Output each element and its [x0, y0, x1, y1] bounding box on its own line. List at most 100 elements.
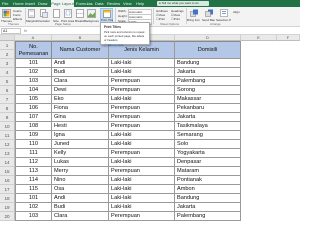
cell-no-pemesanan[interactable]: 103: [15, 212, 52, 221]
themes-icon[interactable]: [2, 9, 11, 18]
cell-no-pemesanan[interactable]: 107: [15, 113, 52, 122]
row-header[interactable]: 16: [0, 176, 15, 185]
cell-jenis-kelamin[interactable]: Laki-laki: [109, 95, 175, 104]
cell-jenis-kelamin[interactable]: Perempuan: [109, 149, 175, 158]
cell-domisili[interactable]: Pontianak: [175, 176, 241, 185]
cell-nama-customer[interactable]: Merry: [52, 167, 109, 176]
row-header[interactable]: 2: [0, 50, 15, 59]
gridlines-print-checkbox[interactable]: ☐Print: [156, 17, 165, 21]
cell-domisili[interactable]: Yogyakarta: [175, 149, 241, 158]
row-header[interactable]: 14: [0, 158, 15, 167]
cell-no-pemesanan[interactable]: 102: [15, 203, 52, 212]
selection-pane-icon[interactable]: [220, 9, 228, 17]
cell-jenis-kelamin[interactable]: Laki-laki: [109, 131, 175, 140]
cell-domisili[interactable]: Jakarta: [175, 113, 241, 122]
size-icon[interactable]: [53, 9, 60, 18]
cell-jenis-kelamin[interactable]: Perempuan: [109, 113, 175, 122]
cell-jenis-kelamin[interactable]: Laki-laki: [109, 59, 175, 68]
cell-domisili[interactable]: Sorong: [175, 86, 241, 95]
header-cell-domisili[interactable]: Domisili: [175, 41, 241, 59]
cell-no-pemesanan[interactable]: 106: [15, 104, 52, 113]
orientation-button[interactable]: Orientation: [36, 19, 50, 23]
cell-domisili[interactable]: Solo: [175, 140, 241, 149]
cell-nama-customer[interactable]: Kelly: [52, 149, 109, 158]
cell-jenis-kelamin[interactable]: Laki-laki: [109, 158, 175, 167]
background-button[interactable]: Background: [84, 19, 99, 23]
cell-nama-customer[interactable]: Andi: [52, 194, 109, 203]
tab-view[interactable]: View: [123, 0, 134, 7]
cell-domisili[interactable]: Mataram: [175, 167, 241, 176]
cell-jenis-kelamin[interactable]: Perempuan: [109, 77, 175, 86]
empty-columns[interactable]: [241, 41, 300, 229]
cell-nama-customer[interactable]: Andi: [52, 59, 109, 68]
breaks-icon[interactable]: [76, 9, 84, 18]
cell-domisili[interactable]: Palembang: [175, 77, 241, 86]
cell-no-pemesanan[interactable]: 110: [15, 140, 52, 149]
row-header[interactable]: 4: [0, 68, 15, 77]
cell-nama-customer[interactable]: Osa: [52, 185, 109, 194]
cell-jenis-kelamin[interactable]: Laki-laki: [109, 176, 175, 185]
cell-no-pemesanan[interactable]: 104: [15, 86, 52, 95]
cell-nama-customer[interactable]: Fiona: [52, 104, 109, 113]
cell-no-pemesanan[interactable]: 111: [15, 149, 52, 158]
row-header[interactable]: 12: [0, 140, 15, 149]
cell-nama-customer[interactable]: Dewi: [52, 86, 109, 95]
cell-nama-customer[interactable]: Budi: [52, 203, 109, 212]
send-backward-icon[interactable]: [205, 9, 214, 17]
cell-nama-customer[interactable]: Budi: [52, 68, 109, 77]
cell-jenis-kelamin[interactable]: Laki-laki: [109, 68, 175, 77]
cell-nama-customer[interactable]: Clara: [52, 77, 109, 86]
bring-forward-button[interactable]: Bring Forward: [187, 18, 200, 22]
cell-no-pemesanan[interactable]: 114: [15, 176, 52, 185]
cell-domisili[interactable]: Palembang: [175, 212, 241, 221]
cell-no-pemesanan[interactable]: 112: [15, 158, 52, 167]
formula-input[interactable]: [32, 28, 298, 33]
cell-no-pemesanan[interactable]: 115: [15, 185, 52, 194]
cell-no-pemesanan[interactable]: 109: [15, 131, 52, 140]
name-box[interactable]: A1: [1, 28, 21, 34]
tab-draw[interactable]: Draw: [38, 0, 49, 7]
row-header[interactable]: 10: [0, 122, 15, 131]
effects-button[interactable]: Effects: [13, 17, 22, 21]
row-header[interactable]: 1: [0, 41, 15, 50]
tab-home[interactable]: Home: [13, 0, 24, 7]
row-header[interactable]: 18: [0, 194, 15, 203]
fx-icon[interactable]: fx: [24, 27, 27, 34]
cell-no-pemesanan[interactable]: 103: [15, 77, 52, 86]
row-header[interactable]: 7: [0, 95, 15, 104]
cell-jenis-kelamin[interactable]: Perempuan: [109, 122, 175, 131]
cell-jenis-kelamin[interactable]: Perempuan: [109, 86, 175, 95]
cell-no-pemesanan[interactable]: 101: [15, 194, 52, 203]
cell-jenis-kelamin[interactable]: Laki-laki: [109, 185, 175, 194]
tell-me-search-box[interactable]: ● Tell me what you want to do: [157, 1, 209, 6]
cell-domisili[interactable]: Ambon: [175, 185, 241, 194]
orientation-icon[interactable]: [40, 9, 48, 18]
tab-formulas[interactable]: Formulas: [76, 0, 93, 7]
cell-domisili[interactable]: Tasikmalaya: [175, 122, 241, 131]
cell-no-pemesanan[interactable]: 105: [15, 95, 52, 104]
cell-nama-customer[interactable]: Gina: [52, 113, 109, 122]
breaks-button[interactable]: Breaks: [75, 19, 84, 23]
cell-jenis-kelamin[interactable]: Perempuan: [109, 167, 175, 176]
cell-jenis-kelamin[interactable]: Perempuan: [109, 104, 175, 113]
row-header[interactable]: 8: [0, 104, 15, 113]
tab-help[interactable]: Help: [136, 0, 146, 7]
tab-data[interactable]: Data: [95, 0, 105, 7]
cell-jenis-kelamin[interactable]: Laki-laki: [109, 140, 175, 149]
bring-forward-icon[interactable]: [190, 9, 199, 17]
row-header[interactable]: 19: [0, 203, 15, 212]
cell-domisili[interactable]: Bandung: [175, 59, 241, 68]
row-header[interactable]: 11: [0, 131, 15, 140]
header-cell-no-pemesanan[interactable]: No. Pemesanan: [15, 41, 52, 59]
cell-nama-customer[interactable]: Eko: [52, 95, 109, 104]
cell-no-pemesanan[interactable]: 113: [15, 167, 52, 176]
row-header[interactable]: 9: [0, 113, 15, 122]
cell-nama-customer[interactable]: Juned: [52, 140, 109, 149]
cell-jenis-kelamin[interactable]: Perempuan: [109, 212, 175, 221]
cell-nama-customer[interactable]: Lukas: [52, 158, 109, 167]
cell-domisili[interactable]: Jakarta: [175, 203, 241, 212]
cell-no-pemesanan[interactable]: 102: [15, 68, 52, 77]
cell-no-pemesanan[interactable]: 101: [15, 59, 52, 68]
row-header[interactable]: 6: [0, 86, 15, 95]
row-header[interactable]: 3: [0, 59, 15, 68]
